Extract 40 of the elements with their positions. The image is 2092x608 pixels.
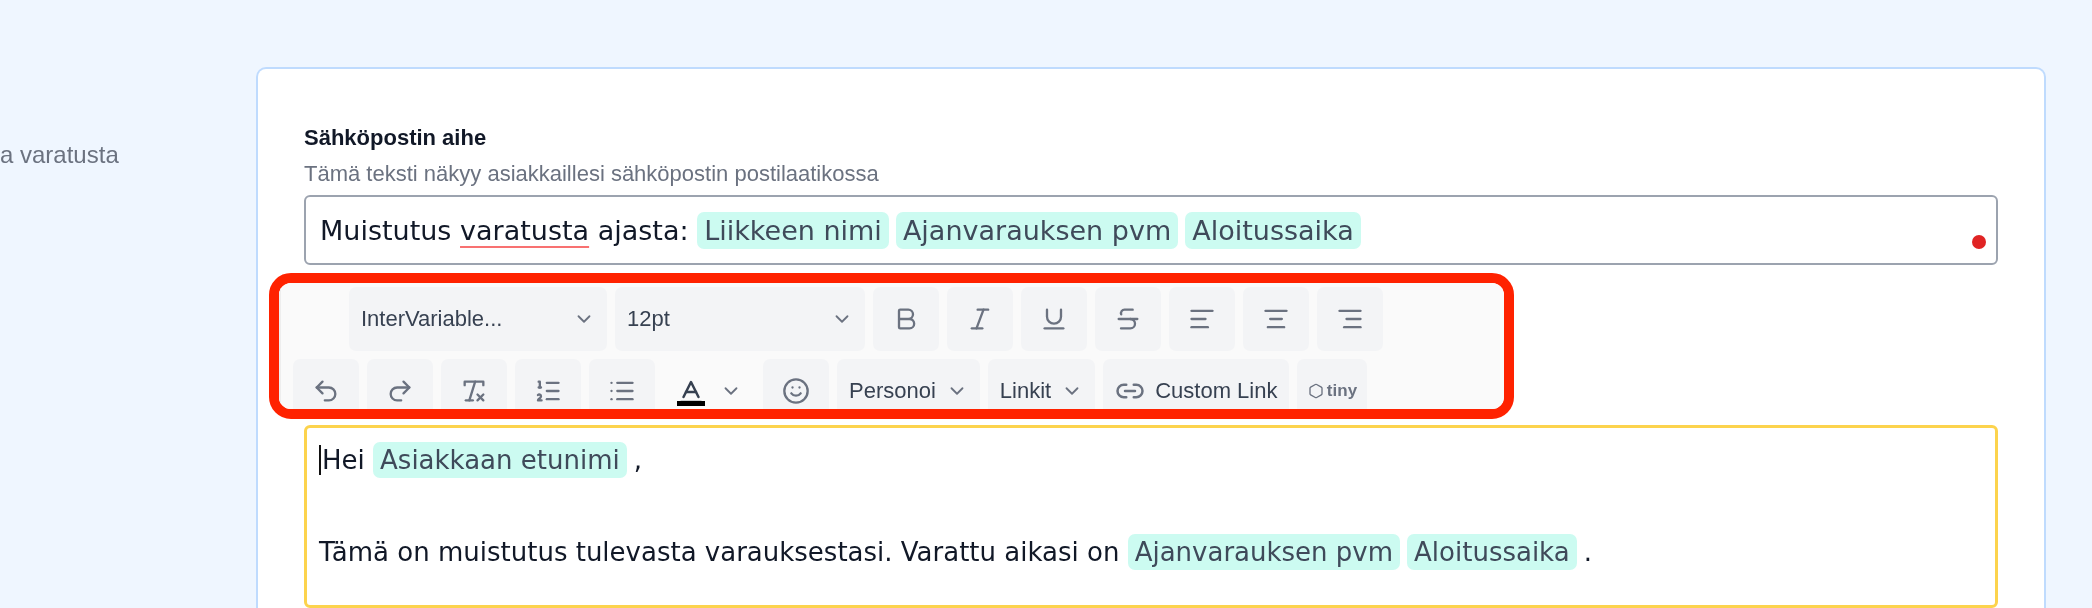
dropdown-select[interactable]: 12pt [615, 287, 865, 352]
setting-label: a varatusta [0, 141, 119, 168]
redo-button[interactable] [367, 359, 433, 410]
message-editor[interactable]: Hei Asiakkaan etunimi , Tämä on muistutus tulevasta varauksestasi. Varattu aikasi on Ajanvarauksen pvm Aloitussaika . [304, 425, 1998, 608]
smiley-icon [782, 377, 810, 406]
placeholder-tag: Liikkeen nimi [697, 211, 889, 249]
underline-button[interactable] [1021, 287, 1087, 352]
italic-button[interactable] [947, 287, 1013, 352]
align-center-button[interactable] [1243, 287, 1309, 352]
text: ajasta: [596, 214, 690, 246]
field-hint: Tämä teksti näkyy asiakkaillesi sähköpostin postilaatikossa [304, 161, 880, 187]
emoji-button[interactable] [763, 359, 829, 410]
text: Muistutus [320, 214, 453, 246]
text: Hei [322, 445, 366, 476]
menu-button[interactable]: Personoi [837, 359, 980, 410]
custom-link-button[interactable]: Custom Link [1103, 359, 1290, 410]
placeholder-tag: Ajanvarauksen pvm [1127, 534, 1401, 571]
misspelled-word: varatusta [460, 214, 590, 246]
undo-button[interactable] [293, 359, 359, 410]
text: . [1583, 537, 1592, 568]
placeholder-tag: Aloitussaika [1185, 211, 1361, 249]
bold-button[interactable] [873, 287, 939, 352]
field-label: Sähköpostin aihe [304, 125, 488, 151]
placeholder-tag: Asiakkaan etunimi [373, 442, 627, 479]
placeholder-tag: Ajanvarauksen pvm [895, 211, 1179, 249]
placeholder-tag: Aloitussaika [1407, 534, 1577, 571]
text: , [633, 445, 642, 476]
bullet-list-button[interactable] [589, 359, 655, 410]
text-cursor [319, 445, 321, 476]
subject-field[interactable]: Muistutus varatusta ajasta: Liikkeen nimi Ajanvarauksen pvm Aloitussaika [304, 195, 1998, 266]
text: Tämä on muistutus tulevasta varauksestasi. Varattu aikasi on [319, 537, 1121, 568]
strikethrough-button[interactable] [1095, 287, 1161, 352]
clear-format-button[interactable] [441, 359, 507, 410]
align-right-button[interactable] [1317, 287, 1383, 352]
tiny-icon [1307, 383, 1324, 400]
numbered-list-button[interactable] [515, 359, 581, 410]
tiny-logo[interactable]: tiny [1297, 359, 1368, 410]
align-left-button[interactable] [1169, 287, 1235, 352]
dropdown-select[interactable]: InterVariable... [349, 287, 607, 352]
menu-button[interactable]: Linkit [987, 359, 1096, 410]
